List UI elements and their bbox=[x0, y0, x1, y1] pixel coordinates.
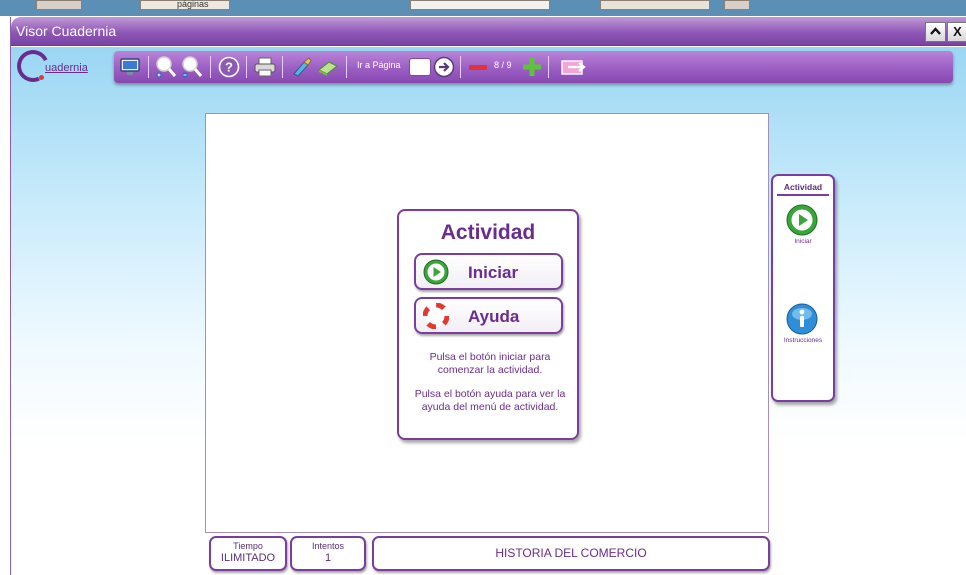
toolbar-separator bbox=[282, 56, 283, 78]
attempts-label: Intentos bbox=[311, 541, 345, 551]
activity-heading: Actividad bbox=[440, 221, 536, 244]
close-button[interactable]: X bbox=[947, 22, 966, 42]
lifebuoy-icon bbox=[423, 303, 449, 329]
activity-side-panel: Actividad Iniciar Instrucciones bbox=[771, 174, 835, 402]
zoom-in-icon[interactable] bbox=[154, 55, 178, 79]
background-thumbnail bbox=[36, 0, 82, 10]
attempts-status: Intentos 1 bbox=[290, 536, 366, 571]
window-title: Visor Cuadernia bbox=[16, 23, 117, 39]
time-value: ILIMITADO bbox=[220, 552, 276, 564]
help-instructions-text: Pulsa el botón ayuda para ver la ayuda d… bbox=[414, 388, 566, 413]
goto-page-label: Ir a Página bbox=[357, 60, 401, 70]
zoom-out-icon[interactable] bbox=[180, 55, 204, 79]
next-page-button[interactable] bbox=[520, 55, 544, 79]
exit-icon bbox=[561, 60, 586, 75]
side-start-label: Iniciar bbox=[794, 238, 812, 245]
side-panel-title: Actividad bbox=[783, 182, 823, 192]
page-counter: 8 / 9 bbox=[494, 60, 512, 70]
side-instructions-button[interactable] bbox=[786, 303, 818, 335]
start-instructions-text: Pulsa el botón iniciar para comenzar la … bbox=[429, 351, 551, 376]
toolbar-separator bbox=[246, 56, 247, 78]
printer-icon[interactable] bbox=[253, 55, 277, 79]
viewer-stage: uadernia ? Ir a Página 8 / 9 Actividad I… bbox=[11, 45, 966, 575]
goto-page-input[interactable] bbox=[409, 58, 431, 76]
attempts-value: 1 bbox=[324, 552, 332, 564]
background-toolbar bbox=[600, 0, 710, 10]
background-fragment-text: páginas bbox=[177, 0, 209, 9]
main-toolbar: ? Ir a Página 8 / 9 bbox=[114, 51, 953, 83]
background-thumbnail bbox=[724, 0, 750, 10]
time-label: Tiempo bbox=[233, 541, 263, 551]
monitor-icon[interactable] bbox=[118, 55, 142, 79]
toolbar-separator bbox=[460, 56, 461, 78]
side-start-button[interactable] bbox=[786, 204, 818, 236]
minus-icon bbox=[469, 65, 487, 70]
toolbar-separator bbox=[346, 56, 347, 78]
logo-text: uadernia bbox=[45, 62, 88, 74]
toolbar-separator bbox=[210, 56, 211, 78]
start-activity-label: Iniciar bbox=[468, 263, 519, 282]
app-root: páginas Visor Cuadernia X uadernia ? Ir … bbox=[0, 0, 966, 575]
goto-page-button[interactable] bbox=[432, 55, 456, 79]
eraser-icon[interactable] bbox=[316, 55, 340, 79]
start-activity-button[interactable]: Iniciar bbox=[414, 253, 563, 290]
activity-title: HISTORIA DEL COMERCIO bbox=[495, 546, 647, 560]
logo-dot bbox=[39, 75, 44, 80]
help-activity-label: Ayuda bbox=[468, 307, 520, 326]
toolbar-separator bbox=[148, 56, 149, 78]
time-status: Tiempo ILIMITADO bbox=[209, 536, 287, 571]
side-panel-divider bbox=[777, 194, 829, 196]
document-page: Actividad Iniciar Ayuda Pulsa el botón i… bbox=[205, 113, 769, 533]
help-activity-button[interactable]: Ayuda bbox=[414, 297, 563, 334]
plus-icon bbox=[523, 58, 541, 76]
background-page-strip: páginas bbox=[0, 0, 966, 16]
previous-page-button[interactable] bbox=[466, 55, 490, 79]
svg-text:?: ? bbox=[225, 60, 233, 75]
toolbar-separator bbox=[548, 56, 549, 78]
activity-dialog: Actividad Iniciar Ayuda Pulsa el botón i… bbox=[397, 209, 579, 440]
arrow-right-circle-icon bbox=[433, 56, 455, 78]
collapse-button[interactable] bbox=[925, 22, 946, 42]
background-pager bbox=[410, 0, 550, 10]
cuadernia-logo[interactable]: uadernia bbox=[12, 45, 117, 87]
chevron-up-icon bbox=[930, 27, 941, 35]
activity-title-box: HISTORIA DEL COMERCIO bbox=[372, 536, 770, 571]
viewer-window: Visor Cuadernia X uadernia ? Ir a Página… bbox=[10, 17, 966, 575]
play-icon bbox=[423, 259, 449, 285]
close-icon: X bbox=[953, 24, 962, 39]
title-bar[interactable]: Visor Cuadernia X bbox=[11, 17, 966, 46]
help-icon[interactable]: ? bbox=[217, 55, 241, 79]
background-fragment: páginas bbox=[140, 0, 230, 10]
side-instructions-label: Instrucciones bbox=[783, 337, 823, 344]
exit-button[interactable] bbox=[560, 55, 588, 79]
brush-icon[interactable] bbox=[290, 55, 314, 79]
